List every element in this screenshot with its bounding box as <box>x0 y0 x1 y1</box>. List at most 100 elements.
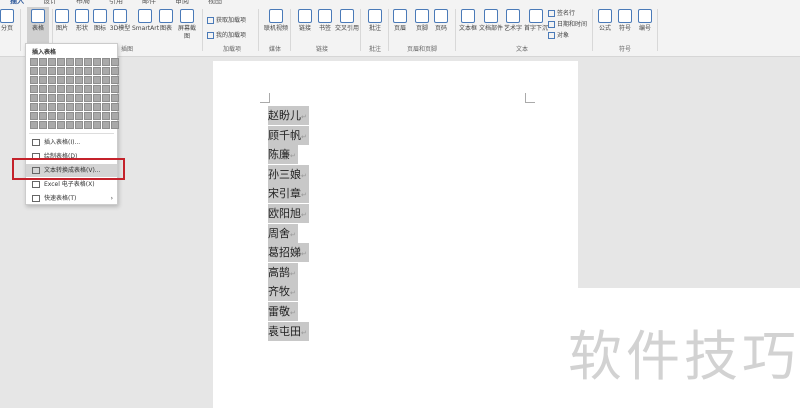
document-line[interactable]: 孙三娘↵ <box>268 164 309 184</box>
addin-button-1[interactable]: 我的加载项 <box>207 30 246 39</box>
grid-cell[interactable] <box>66 58 74 66</box>
text-small-button-1[interactable]: 日期和时间 <box>548 19 587 28</box>
document-line[interactable]: 周舍↵ <box>268 223 298 243</box>
grid-cell[interactable] <box>39 94 47 102</box>
grid-cell[interactable] <box>30 103 38 111</box>
grid-cell[interactable] <box>48 112 56 120</box>
grid-cell[interactable] <box>102 76 110 84</box>
grid-cell[interactable] <box>93 76 101 84</box>
grid-cell[interactable] <box>66 94 74 102</box>
document-line[interactable]: 陈廉↵ <box>268 145 298 165</box>
document-line[interactable]: 袁屯田↵ <box>268 321 309 341</box>
grid-cell[interactable] <box>66 67 74 75</box>
menu-item-0[interactable]: 插入表格(I)... <box>26 136 117 149</box>
grid-cell[interactable] <box>66 121 74 129</box>
grid-cell[interactable] <box>39 112 47 120</box>
illus-button-5[interactable]: 图表 <box>155 9 177 33</box>
link-button-2[interactable]: 交叉引用 <box>334 9 360 33</box>
grid-cell[interactable] <box>39 85 47 93</box>
grid-cell[interactable] <box>84 67 92 75</box>
grid-cell[interactable] <box>102 85 110 93</box>
illus-button-2[interactable]: 图标 <box>89 9 111 33</box>
grid-cell[interactable] <box>75 76 83 84</box>
grid-cell[interactable] <box>48 103 56 111</box>
grid-cell[interactable] <box>93 121 101 129</box>
grid-cell[interactable] <box>39 67 47 75</box>
grid-cell[interactable] <box>48 94 56 102</box>
grid-cell[interactable] <box>66 85 74 93</box>
grid-cell[interactable] <box>84 58 92 66</box>
grid-cell[interactable] <box>84 85 92 93</box>
grid-cell[interactable] <box>75 112 83 120</box>
illus-button-0[interactable]: 图片 <box>51 9 73 33</box>
grid-cell[interactable] <box>84 76 92 84</box>
grid-cell[interactable] <box>30 58 38 66</box>
grid-cell[interactable] <box>102 121 110 129</box>
grid-cell[interactable] <box>57 76 65 84</box>
text-small-button-2[interactable]: 对象 <box>548 30 569 39</box>
text-button-3[interactable]: 首字下沉 <box>524 9 548 33</box>
grid-cell[interactable] <box>111 67 119 75</box>
grid-cell[interactable] <box>30 85 38 93</box>
grid-cell[interactable] <box>75 121 83 129</box>
document-line[interactable]: 宋引章↵ <box>268 184 309 204</box>
symbol-button-1[interactable]: 符号 <box>614 9 636 33</box>
online-video-button[interactable]: 联机视频 <box>264 9 288 33</box>
link-button-1[interactable]: 书签 <box>314 9 336 33</box>
document-line[interactable]: 欧阳旭↵ <box>268 204 309 223</box>
grid-cell[interactable] <box>84 94 92 102</box>
grid-cell[interactable] <box>111 94 119 102</box>
grid-cell[interactable] <box>57 67 65 75</box>
grid-cell[interactable] <box>75 58 83 66</box>
grid-cell[interactable] <box>93 112 101 120</box>
grid-cell[interactable] <box>57 94 65 102</box>
document-line[interactable]: 葛招娣↵ <box>268 243 309 263</box>
document-line[interactable]: 赵盼儿↵ <box>268 106 309 125</box>
grid-cell[interactable] <box>102 103 110 111</box>
grid-cell[interactable] <box>111 76 119 84</box>
grid-cell[interactable] <box>111 112 119 120</box>
grid-cell[interactable] <box>39 103 47 111</box>
grid-cell[interactable] <box>84 103 92 111</box>
grid-cell[interactable] <box>84 121 92 129</box>
document-line[interactable]: 雷敬↵ <box>268 302 298 321</box>
menu-item-4[interactable]: 快速表格(T) › <box>26 192 117 205</box>
grid-cell[interactable] <box>48 58 56 66</box>
document-line[interactable]: 高鹄↵ <box>268 262 298 282</box>
table-size-grid[interactable] <box>30 58 119 129</box>
text-button-0[interactable]: 文本框 <box>457 9 479 33</box>
grid-cell[interactable] <box>30 67 38 75</box>
grid-cell[interactable] <box>30 94 38 102</box>
grid-cell[interactable] <box>57 112 65 120</box>
link-button-0[interactable]: 链接 <box>294 9 316 33</box>
grid-cell[interactable] <box>48 121 56 129</box>
grid-cell[interactable] <box>57 85 65 93</box>
grid-cell[interactable] <box>48 85 56 93</box>
grid-cell[interactable] <box>93 58 101 66</box>
grid-cell[interactable] <box>75 85 83 93</box>
document-line[interactable]: 齐牧↵ <box>268 282 298 302</box>
grid-cell[interactable] <box>111 58 119 66</box>
text-button-2[interactable]: 艺术字 <box>501 9 525 33</box>
grid-cell[interactable] <box>57 58 65 66</box>
page-break-button[interactable]: 分页 <box>0 9 18 33</box>
grid-cell[interactable] <box>39 58 47 66</box>
grid-cell[interactable] <box>102 94 110 102</box>
illus-button-6[interactable]: 屏幕截图 <box>176 9 198 41</box>
grid-cell[interactable] <box>75 67 83 75</box>
grid-cell[interactable] <box>75 94 83 102</box>
text-button-1[interactable]: 文档部件 <box>479 9 503 33</box>
grid-cell[interactable] <box>111 85 119 93</box>
header-footer-button-2[interactable]: 页码 <box>430 9 452 33</box>
grid-cell[interactable] <box>30 121 38 129</box>
grid-cell[interactable] <box>30 76 38 84</box>
grid-cell[interactable] <box>84 112 92 120</box>
grid-cell[interactable] <box>39 76 47 84</box>
grid-cell[interactable] <box>39 121 47 129</box>
comment-button[interactable]: 批注 <box>364 9 386 33</box>
grid-cell[interactable] <box>75 103 83 111</box>
illus-button-3[interactable]: 3D模型 <box>109 9 131 33</box>
addin-button-0[interactable]: 获取加载项 <box>207 15 246 24</box>
grid-cell[interactable] <box>57 121 65 129</box>
grid-cell[interactable] <box>66 103 74 111</box>
